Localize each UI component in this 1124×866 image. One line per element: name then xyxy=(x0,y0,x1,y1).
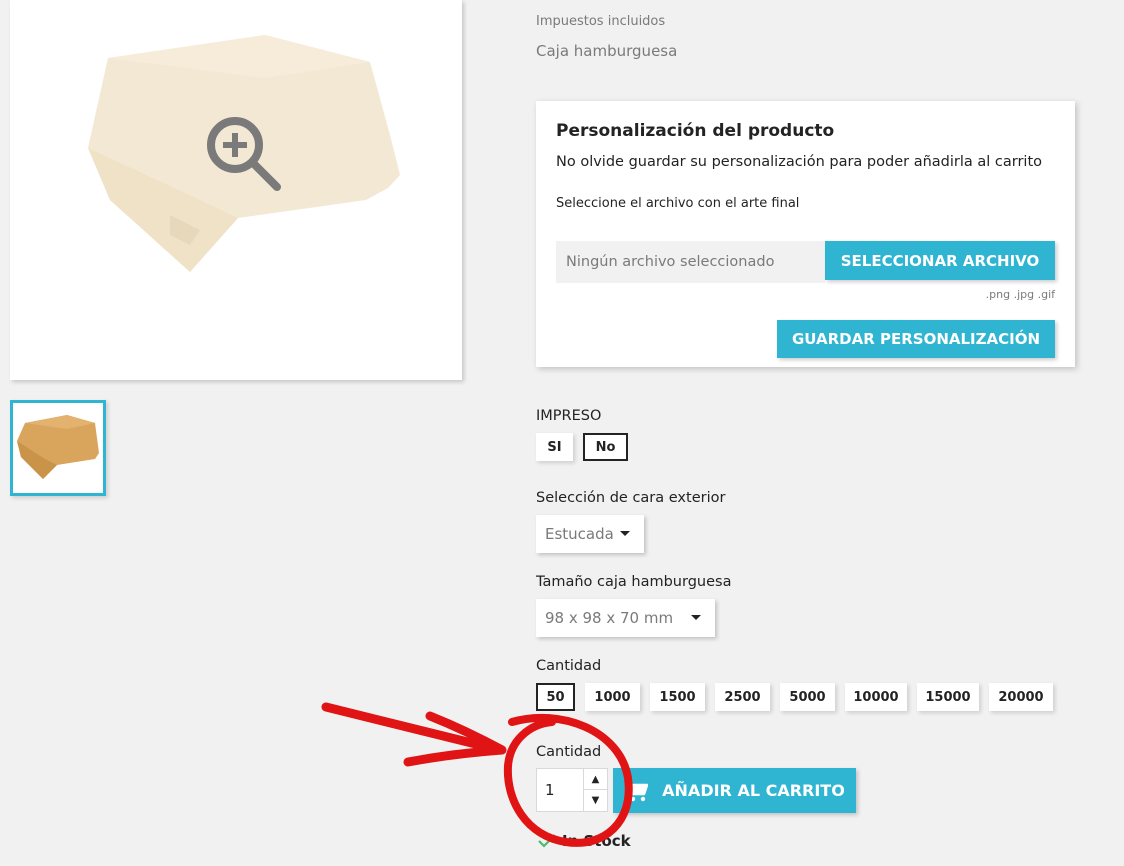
customization-title: Personalización del producto xyxy=(556,121,835,141)
face-selected-value: Estucada xyxy=(545,525,614,543)
add-to-cart-label: AÑADIR AL CARRITO xyxy=(662,781,845,800)
select-file-button[interactable]: SELECCIONAR ARCHIVO xyxy=(825,241,1055,280)
face-selection-dropdown[interactable]: Estucada xyxy=(536,515,644,553)
burger-box-thumbnail xyxy=(17,415,99,479)
file-upload-field[interactable]: Ningún archivo seleccionado xyxy=(556,241,825,283)
tax-included-note: Impuestos incluidos xyxy=(536,14,666,29)
quantity-value[interactable]: 1 xyxy=(545,781,555,799)
size-dropdown[interactable]: 98 x 98 x 70 mm xyxy=(536,599,715,637)
quantity-option-15000[interactable]: 15000 xyxy=(917,683,979,711)
allowed-file-types: .png .jpg .gif xyxy=(985,288,1055,301)
product-main-image[interactable] xyxy=(10,0,462,380)
face-selection-label: Selección de cara exterior xyxy=(536,490,726,506)
shopping-cart-icon xyxy=(625,780,649,801)
stock-status-label: In Stock xyxy=(562,832,631,850)
quantity-option-1500[interactable]: 1500 xyxy=(650,683,705,711)
printed-option-no[interactable]: No xyxy=(583,433,628,461)
printed-option-si[interactable]: SI xyxy=(536,433,573,461)
quantity-option-2500[interactable]: 2500 xyxy=(715,683,770,711)
check-icon xyxy=(538,834,556,848)
quantity-option-5000[interactable]: 5000 xyxy=(780,683,835,711)
chevron-down-icon[interactable]: ▼ xyxy=(583,790,607,811)
cart-quantity-label: Cantidad xyxy=(536,744,602,760)
quantity-options-label: Cantidad xyxy=(536,658,602,674)
quantity-stepper[interactable]: 1 ▲ ▼ xyxy=(536,768,608,812)
file-upload-label: Seleccione el archivo con el arte final xyxy=(556,196,800,211)
stock-status: In Stock xyxy=(538,832,631,850)
quantity-option-10000[interactable]: 10000 xyxy=(845,683,907,711)
chevron-up-icon[interactable]: ▲ xyxy=(583,769,607,790)
customization-note: No olvide guardar su personalización par… xyxy=(556,154,1043,170)
chevron-down-icon xyxy=(620,531,630,536)
quantity-option-50[interactable]: 50 xyxy=(536,683,575,711)
add-to-cart-button[interactable]: AÑADIR AL CARRITO xyxy=(613,768,856,813)
size-selected-value: 98 x 98 x 70 mm xyxy=(545,609,674,627)
chevron-down-icon xyxy=(691,615,701,620)
product-short-description: Caja hamburguesa xyxy=(536,42,678,60)
save-customization-button[interactable]: GUARDAR PERSONALIZACIÓN xyxy=(777,320,1055,358)
quantity-option-1000[interactable]: 1000 xyxy=(585,683,640,711)
product-customization-card: Personalización del producto No olvide g… xyxy=(536,101,1075,367)
product-thumbnail[interactable] xyxy=(10,400,106,496)
zoom-in-icon[interactable] xyxy=(205,115,285,195)
quantity-option-20000[interactable]: 20000 xyxy=(989,683,1053,711)
printed-label: IMPRESO xyxy=(536,408,602,424)
size-label: Tamaño caja hamburguesa xyxy=(536,574,732,590)
